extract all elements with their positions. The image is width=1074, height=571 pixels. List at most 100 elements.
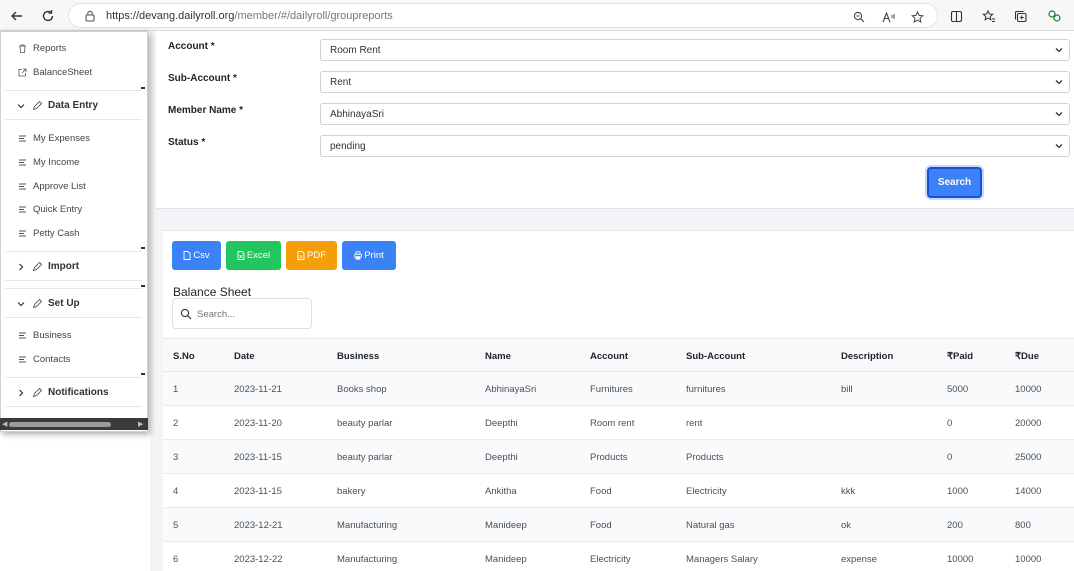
cell-description: ok — [841, 520, 852, 531]
lock-icon — [85, 10, 95, 22]
back-icon[interactable] — [6, 5, 28, 27]
read-aloud-icon[interactable] — [881, 9, 897, 25]
cell-sno: 1 — [173, 384, 179, 395]
address-bar[interactable]: https://devang.dailyroll.org/member/#/da… — [68, 3, 938, 28]
scroll-left-icon[interactable]: ◀ — [2, 420, 7, 428]
cell-sub-account: rent — [686, 418, 703, 429]
column-header-sno[interactable]: S.No — [173, 351, 195, 362]
column-header-name[interactable]: Name — [485, 351, 511, 362]
cell-paid: 0 — [947, 452, 953, 463]
sidebar-section-notifications[interactable]: Notifications — [5, 377, 142, 407]
column-header-date[interactable]: Date — [234, 351, 255, 362]
cell-account: Room rent — [590, 418, 635, 429]
list-icon — [19, 356, 26, 362]
account-select[interactable]: Room Rent — [320, 39, 1070, 61]
list-icon — [19, 159, 26, 165]
sidebar-scrollbar[interactable]: ◀ ▶ — [0, 418, 148, 430]
sidebar-item-petty-cash[interactable]: Petty Cash — [18, 226, 79, 240]
column-header-sub-account[interactable]: Sub-Account — [686, 351, 745, 362]
scrollbar-thumb[interactable] — [9, 422, 111, 427]
cell-sub-account: Electricity — [686, 486, 727, 497]
search-icon — [180, 308, 192, 320]
cell-paid: 1000 — [947, 486, 969, 497]
section-divider — [141, 373, 145, 375]
cell-business: Manufacturing — [337, 520, 398, 531]
favorites-icon[interactable] — [980, 7, 998, 25]
table-row: 1 2023-11-21 Books shop AbhinayaSri Furn… — [163, 372, 1074, 406]
pencil-icon — [32, 100, 42, 110]
favorite-star-icon[interactable] — [909, 9, 925, 25]
sidebar-item-reports[interactable]: Reports — [18, 41, 66, 55]
cell-name: Manideep — [485, 554, 527, 565]
cell-date: 2023-11-20 — [234, 418, 282, 429]
column-header-paid[interactable]: ₹Paid — [947, 351, 973, 362]
sidebar-item-approve-list[interactable]: Approve List — [18, 179, 86, 193]
zoom-icon[interactable] — [851, 9, 867, 25]
extension-icon[interactable] — [1045, 7, 1063, 25]
cell-date: 2023-12-22 — [234, 554, 283, 565]
cell-sub-account: Managers Salary — [686, 554, 758, 565]
split-screen-icon[interactable] — [947, 7, 965, 25]
sidebar-item-balancesheet[interactable]: BalanceSheet — [18, 65, 92, 79]
printer-icon — [354, 251, 363, 260]
url-text: https://devang.dailyroll.org/member/#/da… — [106, 10, 393, 22]
cell-name: Deepthi — [485, 452, 518, 463]
cell-description: expense — [841, 554, 877, 565]
sidebar-item-contacts[interactable]: Contacts — [18, 352, 71, 366]
collections-icon[interactable] — [1012, 7, 1030, 25]
sidebar-section-data-entry[interactable]: Data Entry — [5, 90, 142, 120]
sidebar-item-my-expenses[interactable]: My Expenses — [18, 131, 90, 145]
status-select[interactable]: pending — [320, 135, 1070, 157]
cell-business: Manufacturing — [337, 554, 398, 565]
chevron-right-icon — [19, 263, 24, 270]
table-header: S.No Date Business Name Account Sub-Acco… — [163, 338, 1074, 372]
reload-icon[interactable] — [37, 5, 59, 27]
table-row: 2 2023-11-20 beauty parlar Deepthi Room … — [163, 406, 1074, 440]
column-header-account[interactable]: Account — [590, 351, 628, 362]
sidebar-section-import[interactable]: Import — [5, 251, 142, 281]
search-button[interactable]: Search — [927, 167, 982, 198]
cell-name: Manideep — [485, 520, 527, 531]
column-header-due[interactable]: ₹Due — [1015, 351, 1039, 362]
table-row: 3 2023-11-15 beauty parlar Deepthi Produ… — [163, 440, 1074, 474]
cell-date: 2023-11-15 — [234, 486, 282, 497]
chevron-down-icon — [1055, 112, 1063, 117]
sub-account-select[interactable]: Rent — [320, 71, 1070, 93]
section-divider — [141, 285, 145, 287]
pdf-file-icon — [297, 251, 305, 260]
list-icon — [19, 135, 26, 141]
cell-account: Products — [590, 452, 628, 463]
sidebar-item-quick-entry[interactable]: Quick Entry — [18, 202, 82, 216]
column-header-description[interactable]: Description — [841, 351, 893, 362]
table-row: 4 2023-11-15 bakery Ankitha Food Electri… — [163, 474, 1074, 508]
sidebar-section-set-up[interactable]: Set Up — [5, 288, 142, 318]
cell-name: Ankitha — [485, 486, 517, 497]
cell-due: 14000 — [1015, 486, 1042, 497]
table-search-input[interactable]: Search... — [172, 298, 312, 329]
sidebar-item-business[interactable]: Business — [18, 328, 72, 342]
cell-business: bakery — [337, 486, 366, 497]
excel-button[interactable]: Excel — [226, 241, 281, 270]
member-name-select[interactable]: AbhinayaSri — [320, 103, 1070, 125]
list-icon — [19, 183, 26, 189]
cell-due: 10000 — [1015, 554, 1042, 565]
cell-account: Furnitures — [590, 384, 633, 395]
scroll-right-icon[interactable]: ▶ — [138, 420, 143, 428]
csv-button[interactable]: Csv — [172, 241, 221, 270]
cell-sno: 3 — [173, 452, 179, 463]
column-header-business[interactable]: Business — [337, 351, 379, 362]
sidebar-item-my-income[interactable]: My Income — [18, 155, 79, 169]
cell-paid: 200 — [947, 520, 963, 531]
chevron-down-icon — [1055, 80, 1063, 85]
cell-name: AbhinayaSri — [485, 384, 537, 395]
cell-account: Electricity — [590, 554, 631, 565]
member-name-label: Member Name * — [168, 105, 244, 116]
cell-date: 2023-11-21 — [234, 384, 282, 395]
table-row: 6 2023-12-22 Manufacturing Manideep Elec… — [163, 542, 1074, 571]
pencil-icon — [32, 261, 42, 271]
trash-icon — [19, 44, 26, 53]
list-icon — [19, 332, 26, 338]
pdf-button[interactable]: PDF — [286, 241, 337, 270]
file-icon — [183, 251, 191, 260]
print-button[interactable]: Print — [342, 241, 396, 270]
